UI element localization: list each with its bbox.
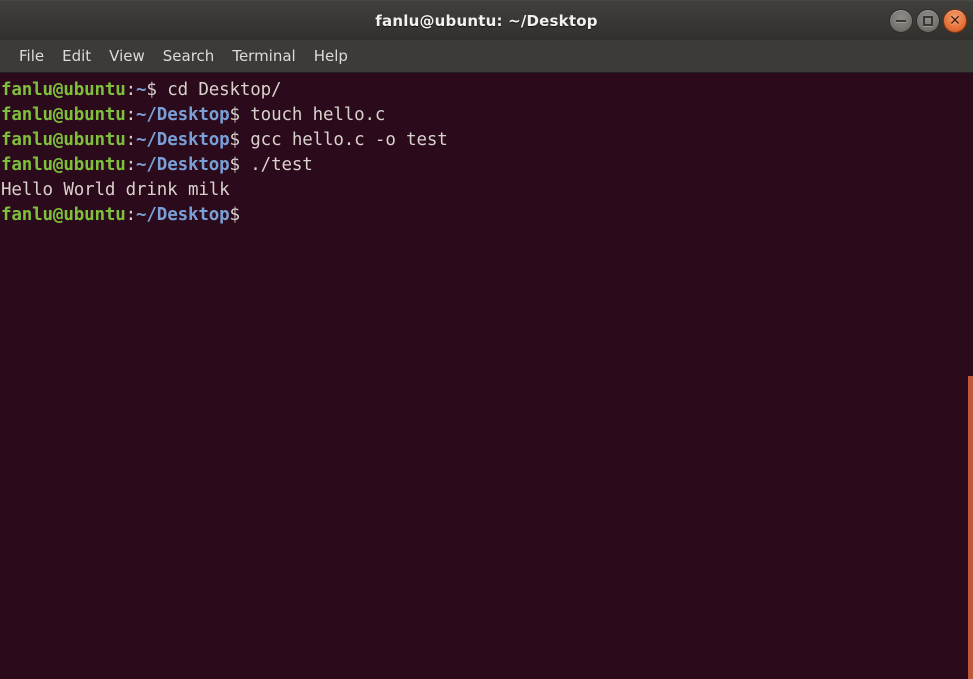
terminal-window: fanlu@ubuntu: ~/Desktop ✕ File Edit View…	[0, 0, 973, 679]
prompt-sigil: $	[230, 205, 240, 225]
prompt-user-host: fanlu@ubuntu	[1, 105, 126, 125]
prompt-user-host: fanlu@ubuntu	[1, 130, 126, 150]
prompt-sigil: $	[146, 80, 167, 100]
prompt-path: ~	[136, 80, 146, 100]
command-text: ./test	[250, 155, 312, 175]
terminal-body[interactable]: fanlu@ubuntu:~$ cd Desktop/fanlu@ubuntu:…	[0, 73, 973, 679]
terminal-command-line: fanlu@ubuntu:~$ cd Desktop/	[1, 78, 973, 103]
maximize-button[interactable]	[916, 9, 940, 33]
command-text: cd Desktop/	[167, 80, 281, 100]
prompt-sigil: $	[230, 155, 251, 175]
terminal-command-line: fanlu@ubuntu:~/Desktop$ ./test	[1, 153, 973, 178]
terminal-output-line: Hello World drink milk	[1, 178, 973, 203]
prompt-sigil: $	[230, 105, 251, 125]
output-text: Hello World drink milk	[1, 180, 230, 200]
terminal-output: fanlu@ubuntu:~$ cd Desktop/fanlu@ubuntu:…	[1, 78, 973, 228]
terminal-command-line: fanlu@ubuntu:~/Desktop$	[1, 203, 973, 228]
prompt-colon: :	[126, 205, 136, 225]
menu-item-search[interactable]: Search	[154, 45, 224, 67]
minimize-button[interactable]	[889, 9, 913, 33]
command-text: touch hello.c	[250, 105, 385, 125]
prompt-path: ~/Desktop	[136, 205, 229, 225]
command-text: gcc hello.c -o test	[250, 130, 447, 150]
terminal-command-line: fanlu@ubuntu:~/Desktop$ gcc hello.c -o t…	[1, 128, 973, 153]
menu-item-file[interactable]: File	[10, 45, 53, 67]
menu-item-help[interactable]: Help	[305, 45, 357, 67]
prompt-colon: :	[126, 105, 136, 125]
window-controls: ✕	[889, 9, 967, 33]
window-title: fanlu@ubuntu: ~/Desktop	[375, 12, 597, 30]
prompt-path: ~/Desktop	[136, 130, 229, 150]
prompt-user-host: fanlu@ubuntu	[1, 205, 126, 225]
prompt-colon: :	[126, 80, 136, 100]
prompt-path: ~/Desktop	[136, 155, 229, 175]
prompt-colon: :	[126, 130, 136, 150]
terminal-command-line: fanlu@ubuntu:~/Desktop$ touch hello.c	[1, 103, 973, 128]
prompt-user-host: fanlu@ubuntu	[1, 155, 126, 175]
menu-item-edit[interactable]: Edit	[53, 45, 100, 67]
minimize-icon	[896, 20, 906, 22]
prompt-user-host: fanlu@ubuntu	[1, 80, 126, 100]
close-icon: ✕	[949, 14, 961, 28]
maximize-icon	[923, 16, 933, 26]
menubar: File Edit View Search Terminal Help	[0, 40, 973, 73]
prompt-path: ~/Desktop	[136, 105, 229, 125]
scrollbar-slider[interactable]	[968, 376, 973, 679]
titlebar[interactable]: fanlu@ubuntu: ~/Desktop ✕	[0, 0, 973, 40]
menu-item-view[interactable]: View	[100, 45, 154, 67]
menu-item-terminal[interactable]: Terminal	[223, 45, 304, 67]
close-button[interactable]: ✕	[943, 9, 967, 33]
prompt-colon: :	[126, 155, 136, 175]
prompt-sigil: $	[230, 130, 251, 150]
